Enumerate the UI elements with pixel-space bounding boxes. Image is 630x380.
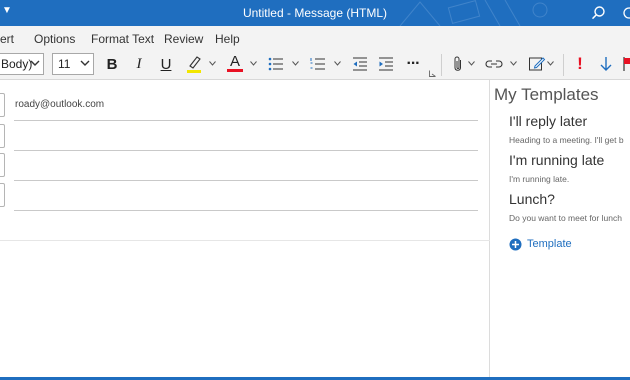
decrease-indent-button[interactable] xyxy=(350,54,370,74)
link-button[interactable] xyxy=(484,54,504,74)
bcc-button[interactable] xyxy=(0,153,5,177)
signature-button[interactable] xyxy=(527,54,547,74)
signature-icon xyxy=(529,57,546,71)
tab-format-text[interactable]: Format Text xyxy=(91,32,154,46)
chevron-down-icon xyxy=(80,60,90,66)
flag-icon xyxy=(623,57,630,71)
chevron-down-icon xyxy=(30,60,40,66)
window-title: Untitled - Message (HTML) xyxy=(242,6,388,20)
font-color-label: A xyxy=(229,53,240,70)
chevron-down-icon[interactable] xyxy=(468,61,475,66)
send-options-button[interactable] xyxy=(0,183,5,207)
tab-insert[interactable]: ert xyxy=(0,32,14,46)
window-button-icon[interactable] xyxy=(620,4,630,22)
ribbon-toolbar: Body) 11 B I U A ··· ! xyxy=(0,50,630,80)
toolbar-separator xyxy=(441,54,442,76)
template-text[interactable]: I'm running late. xyxy=(509,174,569,184)
chevron-down-icon[interactable] xyxy=(292,61,299,66)
chevron-down-icon[interactable] xyxy=(547,61,554,66)
cc-button[interactable] xyxy=(0,124,5,148)
add-template-button[interactable]: Template xyxy=(509,236,572,252)
tab-options[interactable]: Options xyxy=(34,32,75,46)
arrow-down-icon xyxy=(600,57,612,71)
font-color-button[interactable]: A xyxy=(226,54,244,74)
title-bar: ▼ Untitled - Message (HTML) xyxy=(0,0,630,26)
chevron-down-icon[interactable] xyxy=(250,61,257,66)
my-templates-pane: My Templates I'll reply later Heading to… xyxy=(491,80,630,377)
flag-button[interactable] xyxy=(622,54,630,74)
decrease-indent-icon xyxy=(353,57,367,71)
template-title[interactable]: Lunch? xyxy=(509,191,555,207)
font-name-value: Body) xyxy=(1,57,33,71)
more-options-button[interactable]: ··· xyxy=(402,54,424,74)
highlighter-icon xyxy=(187,56,201,73)
cc-field[interactable] xyxy=(14,150,478,151)
italic-button[interactable]: I xyxy=(130,54,148,74)
toolbar-separator xyxy=(563,54,564,76)
font-size-dropdown[interactable]: 11 xyxy=(52,53,94,75)
high-importance-button[interactable]: ! xyxy=(571,54,589,74)
template-title[interactable]: I'll reply later xyxy=(509,113,587,129)
pane-title: My Templates xyxy=(494,85,599,104)
font-name-dropdown[interactable]: Body) xyxy=(0,53,44,75)
tab-help[interactable]: Help xyxy=(215,32,240,46)
paperclip-icon xyxy=(454,56,461,71)
dialog-launcher-icon[interactable] xyxy=(429,70,436,77)
menu-tabs: ert Options Format Text Review Help xyxy=(0,26,630,50)
highlight-color-swatch xyxy=(187,70,201,73)
plus-circle-icon xyxy=(509,238,522,250)
template-title[interactable]: I'm running late xyxy=(509,152,604,168)
template-text[interactable]: Do you want to meet for lunch xyxy=(509,213,622,223)
to-field[interactable]: roady@outlook.com xyxy=(15,99,104,110)
bullets-button[interactable] xyxy=(266,54,286,74)
bcc-field[interactable] xyxy=(14,180,478,181)
numbered-list-icon xyxy=(310,58,325,70)
underline-button[interactable]: U xyxy=(157,54,175,74)
tab-review[interactable]: Review xyxy=(164,32,203,46)
link-icon xyxy=(485,60,503,68)
to-field-underline xyxy=(14,120,478,121)
numbering-button[interactable] xyxy=(308,54,328,74)
attach-file-button[interactable] xyxy=(450,54,466,74)
to-button[interactable] xyxy=(0,93,5,117)
body-separator xyxy=(0,240,490,241)
increase-indent-icon xyxy=(379,57,393,71)
bold-button[interactable]: B xyxy=(103,54,121,74)
chevron-down-icon[interactable] xyxy=(510,61,517,66)
add-template-label: Template xyxy=(527,238,572,250)
chevron-down-icon[interactable] xyxy=(209,61,216,66)
increase-indent-button[interactable] xyxy=(376,54,396,74)
chevron-down-icon[interactable] xyxy=(334,61,341,66)
message-compose-area: roady@outlook.com xyxy=(0,80,490,377)
template-text[interactable]: Heading to a meeting. I'll get b xyxy=(509,135,624,145)
search-icon[interactable] xyxy=(589,4,607,22)
subject-field[interactable] xyxy=(14,210,478,211)
bullet-list-icon xyxy=(268,57,283,71)
low-importance-button[interactable] xyxy=(597,54,615,74)
font-color-bar xyxy=(227,69,243,72)
highlight-button[interactable] xyxy=(184,54,204,74)
font-size-value: 11 xyxy=(58,57,71,71)
